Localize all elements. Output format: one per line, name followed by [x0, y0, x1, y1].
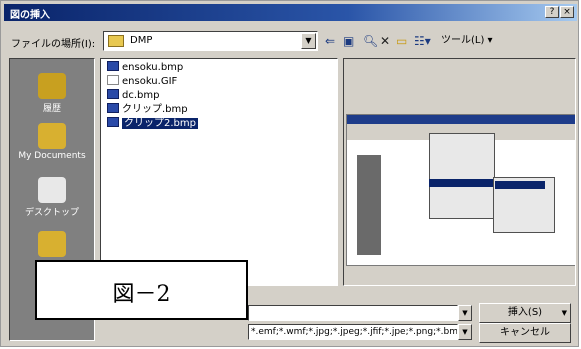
chevron-down-icon[interactable]: ▼ — [562, 304, 567, 322]
preview-image-menu — [429, 133, 495, 219]
figure-caption: 図－2 — [112, 282, 171, 307]
chevron-down-icon[interactable]: ▼ — [458, 305, 472, 321]
tools-menu[interactable]: ツール(L) ▾ — [441, 33, 493, 50]
preview-image — [346, 114, 575, 266]
places-label: 履歴 — [42, 104, 61, 114]
list-item[interactable]: dc.bmp — [107, 89, 159, 102]
preview-pane — [343, 58, 576, 286]
list-item[interactable]: ensoku.GIF — [107, 75, 177, 88]
list-item[interactable]: クリップ.bmp — [107, 103, 188, 116]
up-folder-icon[interactable]: ▣ — [343, 33, 354, 50]
preview-image-panel — [357, 155, 381, 255]
places-my-documents[interactable]: My Documents — [10, 123, 94, 161]
file-name-input[interactable] — [248, 305, 458, 321]
look-in-value: DMP — [130, 35, 153, 46]
file-type-select[interactable]: *.emf;*.wmf;*.jpg;*.jpeg;*.jfif;*.jpe;*.… — [248, 324, 458, 340]
preview-image-highlight — [429, 179, 493, 187]
close-button[interactable]: × — [560, 6, 574, 18]
my-documents-icon — [38, 123, 66, 149]
folder-icon — [108, 35, 124, 47]
chevron-down-icon[interactable]: ▼ — [458, 324, 472, 340]
bitmap-file-icon — [107, 61, 119, 71]
bitmap-file-icon — [107, 103, 119, 113]
insert-picture-dialog: 図の挿入 ? × ファイルの場所(I): DMP ▼ ⇐ ▣ 🔍︎ ✕ ▭ ☷▾… — [0, 0, 579, 347]
window-title: 図の挿入 — [10, 10, 50, 21]
bitmap-file-icon — [107, 89, 119, 99]
look-in-label: ファイルの場所(I): — [11, 39, 96, 50]
look-in-combo[interactable]: DMP ▼ — [103, 31, 318, 51]
insert-button-label: 挿入(S) — [507, 307, 543, 318]
gif-file-icon — [107, 75, 119, 85]
file-list[interactable]: ensoku.bmp ensoku.GIF dc.bmp クリップ.bmp クリ… — [100, 58, 338, 286]
figure-caption-box: 図－2 — [35, 260, 248, 320]
places-label: My Documents — [18, 151, 86, 161]
preview-image-titlebar — [347, 115, 575, 124]
back-arrow-icon[interactable]: ⇐ — [325, 33, 335, 50]
places-label: デスクトップ — [24, 208, 79, 218]
desktop-icon — [38, 177, 66, 203]
places-desktop[interactable]: デスクトップ — [10, 177, 94, 218]
favorites-icon — [38, 231, 66, 257]
list-item-selected[interactable]: クリップ2.bmp — [107, 117, 198, 130]
bitmap-file-icon — [107, 117, 119, 127]
search-web-icon[interactable]: 🔍︎ — [363, 33, 378, 50]
delete-icon[interactable]: ✕ — [380, 33, 390, 50]
history-icon — [38, 73, 66, 99]
help-button[interactable]: ? — [545, 6, 559, 18]
insert-button[interactable]: 挿入(S) ▼ — [479, 303, 571, 323]
new-folder-icon[interactable]: ▭ — [396, 33, 407, 50]
views-icon[interactable]: ☷▾ — [414, 33, 431, 50]
title-bar: 図の挿入 ? × — [4, 4, 577, 21]
places-favorites[interactable] — [10, 231, 94, 259]
list-item[interactable]: ensoku.bmp — [107, 61, 183, 74]
preview-image-highlight — [495, 181, 545, 189]
chevron-down-icon[interactable]: ▼ — [301, 33, 316, 49]
cancel-button[interactable]: キャンセル — [479, 323, 571, 343]
places-history[interactable]: 履歴 — [10, 73, 94, 114]
